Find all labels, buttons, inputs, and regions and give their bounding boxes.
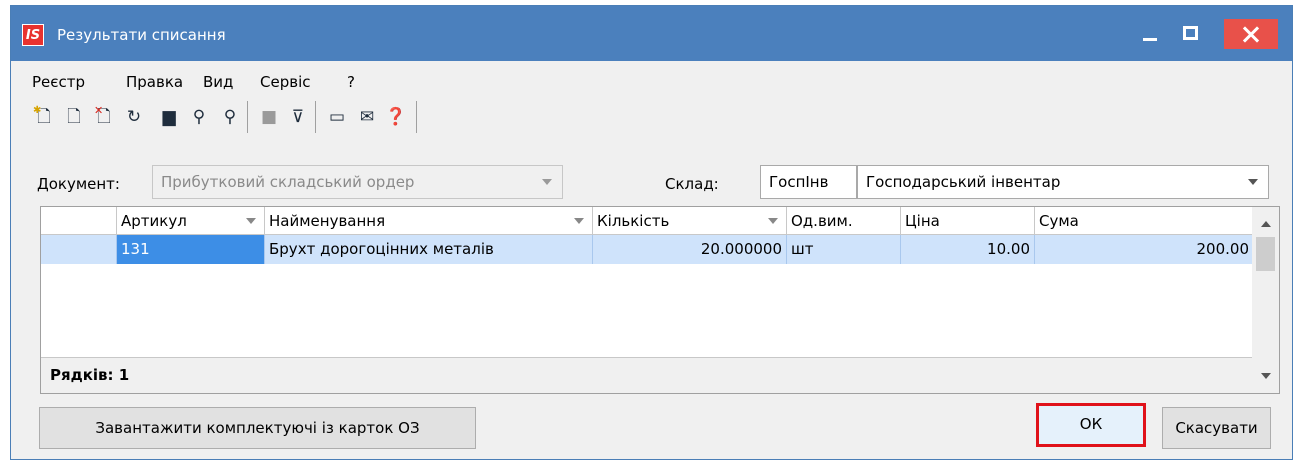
warehouse-name-select[interactable]: Господарський інвентар bbox=[857, 165, 1269, 199]
toolbar-separator bbox=[416, 101, 417, 133]
sort-arrow-icon bbox=[768, 218, 778, 224]
column-header-article[interactable]: Артикул bbox=[117, 207, 265, 235]
cell-article[interactable]: 131 bbox=[117, 235, 265, 264]
cancel-button[interactable]: Скасувати bbox=[1162, 407, 1271, 449]
chevron-down-icon bbox=[542, 179, 552, 185]
warehouse-name-value: Господарський інвентар bbox=[866, 173, 1061, 191]
warehouse-code-field[interactable]: ГоспІнв bbox=[760, 165, 857, 199]
warehouse-code-value: ГоспІнв bbox=[769, 173, 829, 191]
title-bar[interactable]: IS Результати списання bbox=[11, 6, 1292, 61]
save-icon[interactable]: ▆ bbox=[156, 102, 182, 132]
close-button[interactable] bbox=[1224, 19, 1278, 49]
scroll-down-icon[interactable] bbox=[1261, 373, 1271, 379]
column-header-price[interactable]: Ціна bbox=[901, 207, 1035, 235]
grid-header: Артикул Найменування Кількість Од.вим. Ц… bbox=[41, 207, 1253, 235]
row-selector[interactable] bbox=[41, 235, 117, 264]
menu-registry[interactable]: Реєстр bbox=[32, 71, 85, 93]
sort-arrow-icon bbox=[574, 218, 584, 224]
load-components-button[interactable]: Завантажити комплектуючі із карток ОЗ bbox=[39, 407, 476, 449]
grid-footer: Рядків: 1 bbox=[41, 357, 1253, 393]
cell-price[interactable]: 10.00 bbox=[901, 235, 1035, 264]
row-count: Рядків: 1 bbox=[50, 366, 130, 384]
cell-name[interactable]: Брухт дорогоцінних металів bbox=[265, 235, 593, 264]
document-value: Прибутковий складський ордер bbox=[161, 173, 415, 191]
scroll-thumb[interactable] bbox=[1256, 237, 1275, 271]
ok-button[interactable]: ОК bbox=[1036, 403, 1146, 447]
app-logo-icon: IS bbox=[22, 24, 44, 46]
minimize-button[interactable] bbox=[1129, 19, 1169, 49]
row-header-column bbox=[41, 207, 117, 235]
document-label: Документ: bbox=[37, 175, 120, 193]
document-select[interactable]: Прибутковий складський ордер bbox=[152, 165, 563, 199]
refresh-icon[interactable]: ↻ bbox=[121, 102, 147, 132]
find-next-icon[interactable]: ⚲ bbox=[217, 102, 243, 132]
chevron-down-icon bbox=[1248, 179, 1258, 185]
cell-sum[interactable]: 200.00 bbox=[1035, 235, 1253, 264]
toolbar-separator bbox=[315, 101, 316, 133]
column-header-name[interactable]: Найменування bbox=[265, 207, 593, 235]
add-copy-icon[interactable]: 🗋 bbox=[61, 102, 87, 132]
delete-icon[interactable]: ✕ 🗋 bbox=[91, 102, 117, 132]
search-icon[interactable]: ⚲ bbox=[186, 102, 212, 132]
column-header-sum[interactable]: Сума bbox=[1035, 207, 1253, 235]
add-icon[interactable]: ✱ 🗋 bbox=[31, 102, 57, 132]
column-header-quantity[interactable]: Кількість bbox=[593, 207, 787, 235]
toolbar-separator bbox=[247, 101, 248, 133]
menu-view[interactable]: Вид bbox=[203, 71, 233, 93]
table-row[interactable]: 131 Брухт дорогоцінних металів 20.000000… bbox=[41, 235, 1253, 264]
maximize-button[interactable] bbox=[1169, 19, 1211, 49]
form-icon[interactable]: ▭ bbox=[324, 102, 350, 132]
cell-unit[interactable]: шт bbox=[787, 235, 901, 264]
help-icon[interactable]: ❓ bbox=[383, 102, 409, 132]
vertical-scrollbar[interactable] bbox=[1252, 207, 1279, 393]
square-icon[interactable]: ■ bbox=[256, 102, 282, 132]
warehouse-label: Склад: bbox=[665, 175, 719, 193]
clear-filter-icon[interactable]: ⊽ bbox=[285, 102, 311, 132]
dialog-window: IS Результати списання Реєстр Правка Вид… bbox=[10, 5, 1293, 460]
column-header-unit[interactable]: Од.вим. bbox=[787, 207, 901, 235]
menu-edit[interactable]: Правка bbox=[126, 71, 183, 93]
menu-help[interactable]: ? bbox=[347, 71, 355, 93]
window-title: Результати списання bbox=[57, 26, 226, 44]
scroll-up-icon[interactable] bbox=[1261, 221, 1271, 227]
mail-icon[interactable]: ✉ bbox=[354, 102, 380, 132]
sort-arrow-icon bbox=[246, 218, 256, 224]
items-grid: Артикул Найменування Кількість Од.вим. Ц… bbox=[40, 206, 1280, 394]
menu-service[interactable]: Сервіс bbox=[260, 71, 310, 93]
cell-quantity[interactable]: 20.000000 bbox=[593, 235, 787, 264]
